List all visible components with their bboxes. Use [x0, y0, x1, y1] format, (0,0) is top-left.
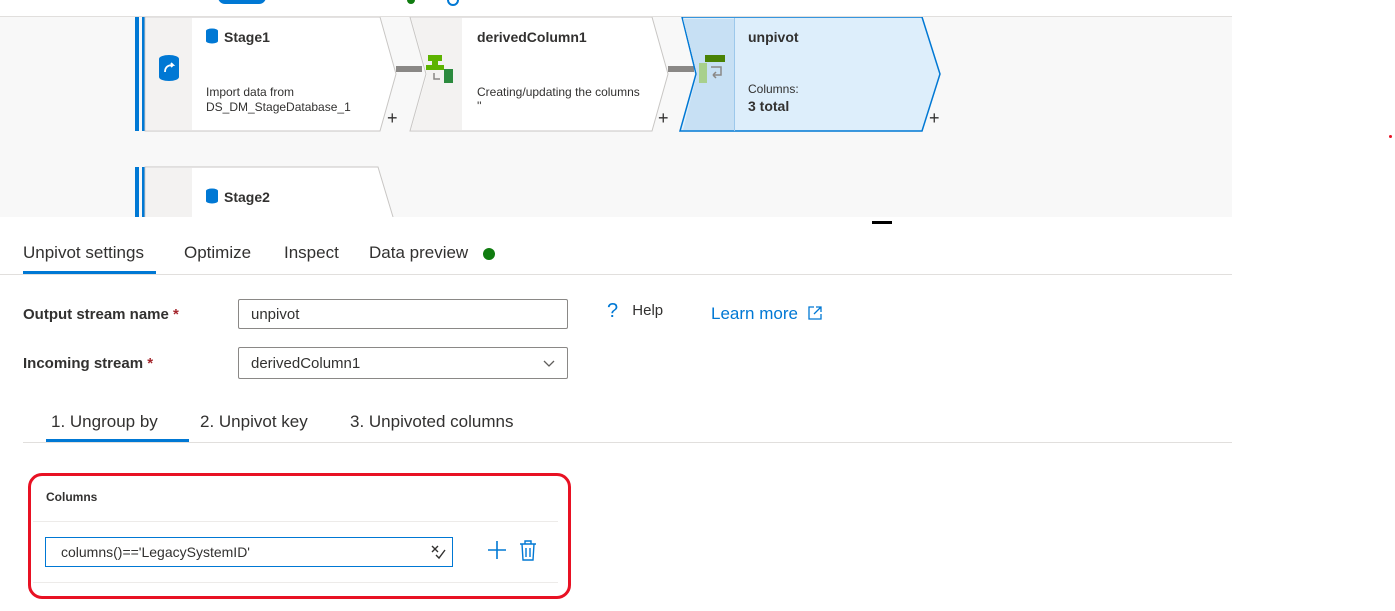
sql-database-icon — [206, 188, 218, 204]
required-marker: * — [147, 355, 154, 372]
help-label: Help — [632, 302, 664, 319]
toolbar-active-pill[interactable] — [218, 0, 266, 4]
node-unpivot-desc-1: Columns: — [748, 82, 799, 96]
node-stage2-title: Stage2 — [224, 189, 270, 205]
sql-database-icon — [206, 28, 218, 44]
output-stream-label-text: Output stream name — [23, 306, 169, 323]
data-preview-status-dot — [483, 248, 495, 260]
node-derived-desc-2: '' — [477, 99, 482, 113]
learn-more-label: Learn more — [711, 304, 798, 323]
output-stream-label: Output stream name * — [23, 306, 179, 323]
add-transform-button[interactable]: + — [658, 109, 669, 127]
node-derived-desc-1: Creating/updating the columns — [477, 85, 640, 99]
tab-unpivoted-columns[interactable]: 3. Unpivoted columns — [350, 412, 513, 432]
tab-inspect[interactable]: Inspect — [284, 243, 339, 263]
help-question-icon: ? — [607, 300, 619, 322]
tab-ungroup-by[interactable]: 1. Ungroup by — [51, 412, 158, 432]
add-transform-button[interactable]: + — [929, 109, 940, 127]
top-toolbar — [0, 0, 1232, 17]
incoming-stream-label-text: Incoming stream — [23, 355, 144, 372]
add-transform-button[interactable]: + — [387, 109, 398, 127]
source-database-icon — [159, 55, 179, 81]
learn-more-link[interactable]: Learn more — [711, 304, 823, 324]
dataflow-canvas[interactable]: Stage1 Import data from DS_DM_StageDatab… — [0, 17, 1232, 217]
output-stream-name-input[interactable] — [238, 299, 568, 329]
canvas-graph — [135, 17, 941, 217]
marker-dot — [1389, 135, 1392, 138]
derived-column-icon — [426, 55, 453, 83]
incoming-stream-select[interactable]: derivedColumn1 — [238, 347, 568, 379]
incoming-stream-value: derivedColumn1 — [251, 355, 361, 372]
highlight-annotation-box — [28, 473, 571, 599]
toolbar-status-ring — [447, 0, 459, 6]
node-stage1-desc-1: Import data from — [206, 85, 295, 99]
unpivot-icon — [699, 55, 725, 83]
chevron-down-icon — [543, 360, 555, 367]
connector-2 — [668, 66, 694, 72]
connector-1 — [396, 66, 422, 72]
tab-data-preview[interactable]: Data preview — [369, 243, 468, 263]
unpivot-steps-tabs: 1. Ungroup by 2. Unpivot key 3. Unpivote… — [23, 402, 1232, 443]
node-stage1-desc-2: DS_DM_StageDatabase_1 — [206, 100, 351, 114]
help-link[interactable]: ? Help — [607, 300, 663, 323]
external-link-icon — [808, 306, 822, 320]
node-stage1-title: Stage1 — [224, 29, 270, 45]
node-unpivot-desc-2: 3 total — [748, 98, 790, 114]
tab-unpivot-key[interactable]: 2. Unpivot key — [200, 412, 308, 432]
pane-resize-handle[interactable] — [872, 221, 892, 224]
active-subtab-indicator — [46, 439, 189, 442]
tab-unpivot-settings[interactable]: Unpivot settings — [23, 243, 144, 263]
required-marker: * — [173, 306, 179, 323]
incoming-stream-label: Incoming stream * — [23, 355, 153, 372]
tab-optimize[interactable]: Optimize — [184, 243, 251, 263]
node-derived-title: derivedColumn1 — [477, 29, 587, 45]
settings-tabs: Unpivot settings Optimize Inspect Data p… — [0, 232, 1232, 275]
active-tab-indicator — [23, 271, 156, 274]
node-unpivot-title: unpivot — [748, 29, 799, 45]
toolbar-status-dot — [407, 0, 415, 4]
